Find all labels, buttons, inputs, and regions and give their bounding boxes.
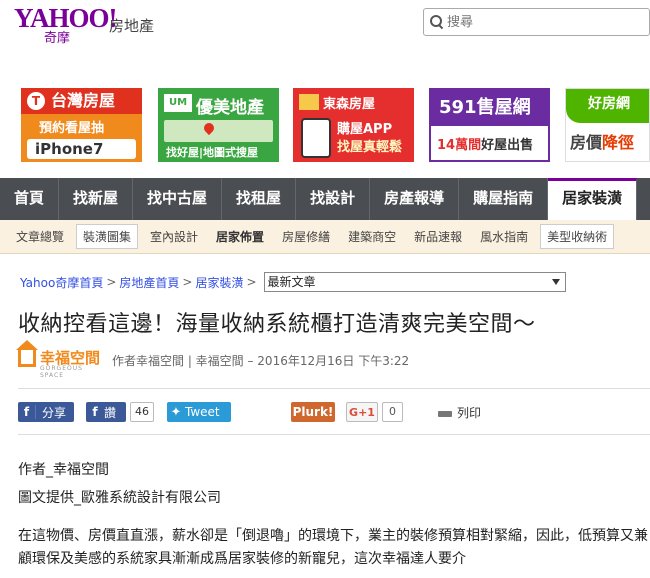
twitter-bird-icon: ✦ — [170, 404, 182, 420]
article-credit: 圖文提供_歐雅系統設計有限公司 — [18, 490, 221, 506]
main-nav-item[interactable]: 首頁 — [0, 178, 60, 220]
logo-text: YAHOO! — [14, 3, 118, 33]
ad-brand: 東森房屋 — [293, 88, 414, 114]
header: YAHOO! 奇摩 房地產 — [0, 0, 650, 82]
phone-icon — [301, 118, 331, 158]
ad-line: 找屋真輕鬆 — [337, 140, 403, 155]
ad-housefun[interactable]: 好房網 房價降徑 — [565, 88, 650, 162]
category-select[interactable]: 最新文章 — [263, 272, 566, 292]
breadcrumb-separator: > — [246, 275, 257, 289]
category-select-value: 最新文章 — [267, 275, 316, 289]
sub-nav-item[interactable]: 文章總覽 — [10, 225, 70, 248]
sub-nav-item[interactable]: 室內設計 — [144, 225, 204, 248]
ad-line: 預約看屋抽 — [39, 121, 105, 136]
breadcrumb-decor[interactable]: 居家裝潢 — [195, 274, 243, 291]
byline-text: 作者幸福空間 | 幸福空間 – 2016年12月16日 下午3:22 — [112, 353, 410, 368]
print-button[interactable]: 列印 — [438, 404, 481, 421]
sub-nav-item[interactable]: 裝潢圖集 — [76, 224, 139, 249]
sub-nav-item[interactable]: 建築商空 — [342, 225, 402, 248]
facebook-like-button[interactable]: f 讚 — [86, 402, 126, 422]
printer-icon — [438, 406, 452, 421]
plurk-button[interactable]: Plurk! — [291, 402, 335, 422]
social-bar: f 分享 f 讚 46 ✦ Tweet Plurk! G+1 0 列印 — [18, 402, 650, 424]
ad-dongsen[interactable]: 東森房屋 購屋APP 找屋真輕鬆 — [293, 88, 414, 162]
search-icon — [430, 15, 444, 29]
sub-nav-item[interactable]: 美型收納術 — [540, 224, 615, 249]
facebook-icon: f — [18, 405, 36, 419]
article-title: 收納控看這邊！海量收納系統櫃打造清爽完美空間～ — [18, 311, 536, 336]
ad-taiwan-house[interactable]: 台灣房屋 預約看屋抽 iPhone7 — [21, 88, 142, 162]
ad-line: 找好屋|地圖式搜屋 — [166, 146, 259, 159]
publisher-en: GORGEOUS SPACE — [40, 365, 83, 379]
breadcrumb-home[interactable]: Yahoo奇摩首頁 — [20, 274, 103, 291]
sub-nav: 文章總覽 裝潢圖集 室內設計 居家佈置 房屋修繕 建築商空 新品速報 風水指南 美型收納術 — [0, 220, 650, 254]
main-nav-item[interactable]: 居家裝潢 — [548, 178, 638, 220]
google-plus-count: 0 — [382, 402, 403, 422]
breadcrumb-realestate[interactable]: 房地產首頁 — [119, 274, 179, 291]
main-nav-item[interactable]: 找設計 — [296, 178, 371, 220]
byline: 幸福空間 GORGEOUS SPACE 作者幸福空間 | 幸福空間 – 2016… — [16, 340, 410, 379]
chevron-down-icon — [551, 279, 560, 285]
sub-nav-item[interactable]: 房屋修繕 — [276, 225, 336, 248]
ad-line: 房價降徑 — [570, 133, 635, 152]
sub-nav-item[interactable]: 新品速報 — [408, 225, 468, 248]
facebook-icon: f — [92, 405, 98, 419]
house-icon — [16, 340, 38, 367]
main-nav-item[interactable]: 房產報導 — [370, 178, 460, 220]
search-box[interactable] — [423, 8, 650, 36]
ad-brand: 台灣房屋 — [21, 88, 142, 114]
facebook-like-count: 46 — [130, 402, 154, 422]
main-nav: 首頁 找新屋 找中古屋 找租屋 找設計 房產報導 購屋指南 居家裝潢 — [0, 178, 650, 220]
divider — [18, 388, 650, 389]
ad-brand: 591售屋網 — [431, 90, 548, 126]
divider — [18, 434, 650, 435]
map-icon — [164, 120, 273, 142]
breadcrumb-separator: > — [106, 275, 117, 289]
share-button[interactable]: f 分享 — [18, 402, 74, 422]
ad-yumei[interactable]: 優美地產 找好屋|地圖式搜屋 — [158, 88, 279, 162]
ad-brand: 好房網 — [566, 89, 649, 123]
ad-line: 14萬間好屋出售 — [437, 138, 534, 153]
search-input[interactable] — [447, 14, 627, 30]
ad-brand: 優美地產 — [158, 88, 279, 118]
ad-line: 購屋APP — [337, 122, 393, 137]
article-body: 在這物價、房價直直漲，薪水卻是「倒退嚕」的環境下，業主的裝修預算相對緊縮，因此，… — [18, 528, 648, 567]
breadcrumb: Yahoo奇摩首頁 > 房地產首頁 > 居家裝潢 > 最新文章 — [20, 272, 566, 292]
logo-sub: 奇摩 — [44, 31, 71, 46]
main-nav-item[interactable]: 找租屋 — [222, 178, 297, 220]
google-plus-button[interactable]: G+1 — [346, 402, 378, 422]
main-nav-item[interactable]: 找新屋 — [59, 178, 134, 220]
section-name[interactable]: 房地產 — [109, 15, 154, 36]
main-nav-item[interactable]: 購屋指南 — [459, 178, 549, 220]
ad-line: iPhone7 — [27, 139, 136, 159]
article-author: 作者_幸福空間 — [18, 462, 109, 478]
ad-591[interactable]: 591售屋網 14萬間好屋出售 — [429, 88, 550, 162]
tweet-button[interactable]: ✦ Tweet — [167, 402, 231, 422]
breadcrumb-separator: > — [182, 275, 193, 289]
sub-nav-item[interactable]: 風水指南 — [474, 225, 534, 248]
yahoo-logo[interactable]: YAHOO! 奇摩 — [14, 3, 118, 46]
publisher-logo[interactable]: 幸福空間 GORGEOUS SPACE — [16, 340, 106, 379]
main-nav-item[interactable]: 找中古屋 — [133, 178, 223, 220]
sub-nav-item[interactable]: 居家佈置 — [210, 225, 270, 248]
